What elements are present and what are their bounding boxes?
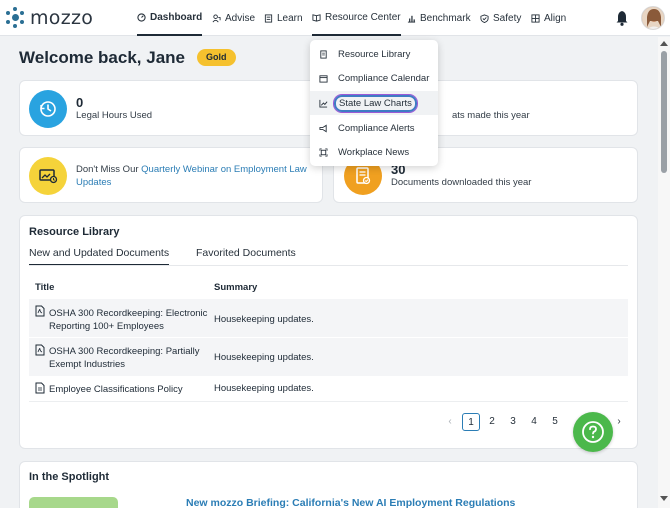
pagination-page-5[interactable]: 5 [546, 413, 564, 431]
video-webinar-icon [29, 157, 67, 195]
calendar-icon [319, 74, 328, 83]
nav-advise[interactable]: Advise [212, 0, 255, 36]
nav-safety-label: Safety [493, 12, 522, 24]
brand-logo[interactable]: mozzo [4, 7, 93, 29]
nav-safety[interactable]: Safety [480, 0, 521, 36]
scroll-up-arrow-icon[interactable] [660, 41, 668, 46]
resource-center-menu: Resource Library Compliance Calendar Sta… [310, 40, 438, 166]
grid-icon [531, 13, 540, 23]
table-row[interactable]: OSHA 300 Recordkeeping: Partially Exempt… [29, 338, 628, 377]
menu-item-state-law-charts[interactable]: State Law Charts [310, 91, 438, 115]
pagination-page-2[interactable]: 2 [483, 413, 501, 431]
menu-item-label: Workplace News [338, 146, 410, 158]
pdf-icon [35, 305, 45, 317]
user-avatar[interactable] [641, 6, 665, 30]
nav-benchmark-label: Benchmark [420, 12, 471, 24]
nav-resource-center[interactable]: Resource Center [312, 0, 401, 36]
menu-item-workplace-news[interactable]: Workplace News [310, 140, 438, 164]
legal-hours-card: 0 Legal Hours Used [19, 80, 323, 136]
pdf-icon [35, 344, 45, 356]
menu-item-label: State Law Charts [334, 94, 417, 112]
nav-learn-label: Learn [277, 12, 303, 24]
notifications-bell-icon[interactable] [615, 10, 629, 26]
tier-badge: Gold [197, 49, 236, 66]
row-summary: Housekeeping updates. [214, 352, 314, 363]
resource-library-title: Resource Library [29, 226, 120, 238]
doc-icon [35, 382, 45, 394]
brand-name: mozzo [30, 7, 94, 29]
table-row[interactable]: OSHA 300 Recordkeeping: Electronic Repor… [29, 299, 628, 338]
pagination-page-3[interactable]: 3 [504, 413, 522, 431]
menu-item-resource-library[interactable]: Resource Library [310, 42, 438, 66]
advise-icon [212, 13, 221, 22]
tab-favorited[interactable]: Favorited Documents [196, 247, 296, 266]
pagination-page-1[interactable]: 1 [462, 413, 480, 431]
row-summary: Housekeeping updates. [214, 314, 314, 325]
book-icon [312, 13, 321, 22]
clock-history-icon [29, 90, 67, 128]
webinar-promo-text: Don't Miss Our Quarterly Webinar on Empl… [76, 163, 318, 189]
page-scrollbar[interactable] [658, 37, 670, 508]
news-icon [319, 148, 328, 156]
dashboard-icon [137, 12, 146, 22]
nav-align-label: Align [544, 12, 567, 24]
legal-hours-value: 0 [76, 95, 84, 110]
documents-label: Documents downloaded this year [391, 177, 532, 188]
tabs-divider [29, 265, 628, 266]
page-title: Welcome back, Jane [19, 48, 185, 67]
logo-mark-icon [4, 7, 26, 29]
legal-hours-label: Legal Hours Used [76, 110, 153, 121]
top-navigation: mozzo Dashboard Advise Learn Resource Ce… [0, 0, 670, 36]
spotlight-headline-link[interactable]: New mozzo Briefing: California's New AI … [186, 497, 515, 508]
avatar-portrait-icon [642, 7, 664, 29]
megaphone-icon [319, 124, 327, 132]
spotlight-title: In the Spotlight [29, 471, 110, 483]
menu-item-compliance-alerts[interactable]: Compliance Alerts [310, 116, 438, 140]
row-title[interactable]: OSHA 300 Recordkeeping: Partially Exempt… [49, 345, 229, 371]
help-button[interactable] [573, 412, 613, 452]
document-icon [320, 49, 327, 59]
column-header-title: Title [35, 282, 55, 293]
nav-learn[interactable]: Learn [264, 0, 303, 36]
spotlight-thumbnail[interactable] [29, 497, 118, 508]
menu-item-label: Compliance Calendar [338, 72, 430, 84]
chart-icon [407, 15, 416, 23]
pagination-prev[interactable]: ‹ [441, 413, 459, 431]
column-header-summary: Summary [214, 282, 258, 293]
tab-new-and-updated[interactable]: New and Updated Documents [29, 247, 170, 266]
nav-advise-label: Advise [225, 12, 256, 24]
pagination-page-4[interactable]: 4 [525, 413, 543, 431]
nav-align[interactable]: Align [531, 0, 566, 36]
row-summary: Housekeeping updates. [214, 383, 314, 394]
nav-resource-center-label: Resource Center [325, 11, 401, 23]
line-chart-icon [319, 99, 328, 108]
nav-benchmark[interactable]: Benchmark [407, 0, 471, 36]
table-row[interactable]: Employee Classifications Policy Housekee… [29, 377, 628, 402]
requests-label: ats made this year [452, 110, 530, 121]
row-title[interactable]: OSHA 300 Recordkeeping: Electronic Repor… [49, 307, 229, 333]
nav-dashboard-label: Dashboard [150, 11, 203, 23]
webinar-prefix: Don't Miss Our [76, 164, 142, 175]
learn-icon [264, 13, 273, 23]
shield-icon [480, 13, 489, 23]
menu-item-compliance-calendar[interactable]: Compliance Calendar [310, 66, 438, 90]
question-mark-icon [582, 421, 604, 443]
scroll-down-arrow-icon[interactable] [660, 496, 668, 501]
menu-item-label: Resource Library [338, 48, 411, 60]
nav-dashboard[interactable]: Dashboard [137, 0, 203, 36]
scroll-thumb[interactable] [661, 51, 667, 173]
menu-item-label: Compliance Alerts [338, 122, 415, 134]
